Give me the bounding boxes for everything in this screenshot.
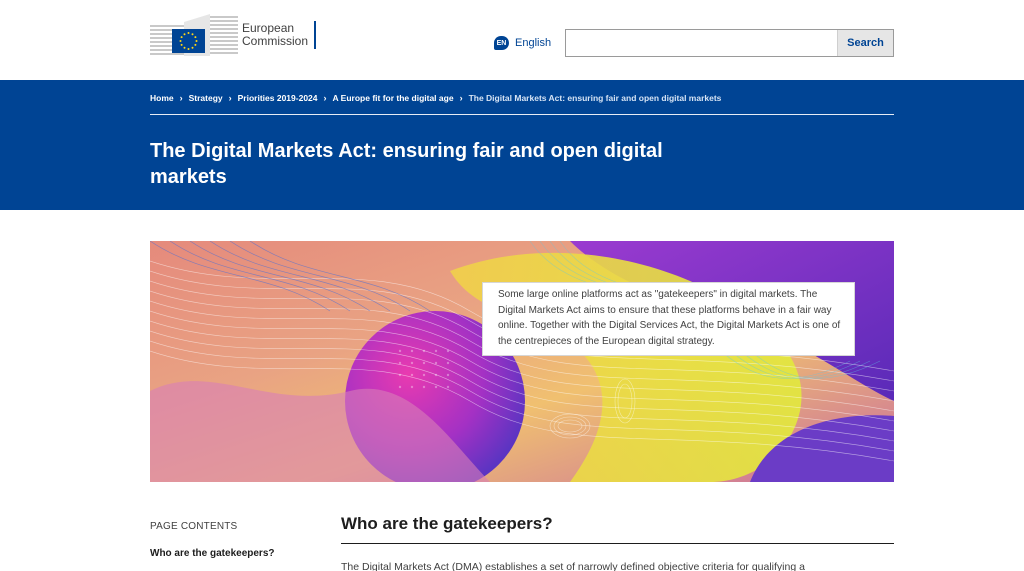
page-title: The Digital Markets Act: ensuring fair a… [150, 140, 663, 188]
chevron-right-icon: › [323, 93, 327, 103]
page-contents-heading: PAGE CONTENTS [150, 521, 238, 532]
breadcrumb-divider [150, 114, 894, 115]
language-selector[interactable]: EN English [494, 36, 551, 50]
toc-link-gatekeepers[interactable]: Who are the gatekeepers? [150, 548, 274, 559]
logo-line-2: Commission [242, 34, 309, 48]
breadcrumb-priorities[interactable]: Priorities 2019-2024 [238, 93, 318, 103]
chevron-right-icon: › [228, 93, 232, 103]
search-form: Search [565, 29, 894, 57]
chevron-right-icon: › [179, 93, 183, 103]
section-paragraph: The Digital Markets Act (DMA) establishe… [341, 561, 805, 571]
european-commission-logo[interactable]: European Commission [150, 12, 330, 58]
hero-banner: Some large online platforms act as "gate… [150, 241, 894, 482]
hero-abstract-image [150, 241, 894, 482]
intro-text-box: Some large online platforms act as "gate… [482, 282, 855, 356]
breadcrumb: Home › Strategy › Priorities 2019-2024 ›… [150, 93, 721, 103]
intro-text: Some large online platforms act as "gate… [498, 289, 841, 347]
breadcrumb-home[interactable]: Home [150, 93, 174, 103]
logo-wordmark: European Commission [242, 21, 317, 49]
search-button[interactable]: Search [837, 30, 893, 56]
breadcrumb-strategy[interactable]: Strategy [189, 93, 223, 103]
site-header: European Commission EN English Search [0, 0, 1024, 80]
breadcrumb-current: The Digital Markets Act: ensuring fair a… [468, 93, 722, 103]
breadcrumb-europe-digital-age[interactable]: A Europe fit for the digital age [333, 93, 454, 103]
page-header-band: Home › Strategy › Priorities 2019-2024 ›… [0, 80, 1024, 210]
chevron-right-icon: › [459, 93, 463, 103]
language-icon: EN [494, 36, 509, 50]
section-divider [341, 543, 894, 544]
search-input[interactable] [566, 30, 837, 56]
commission-building-icon [150, 12, 238, 58]
section-title: Who are the gatekeepers? [341, 514, 553, 533]
language-label: English [515, 37, 552, 49]
